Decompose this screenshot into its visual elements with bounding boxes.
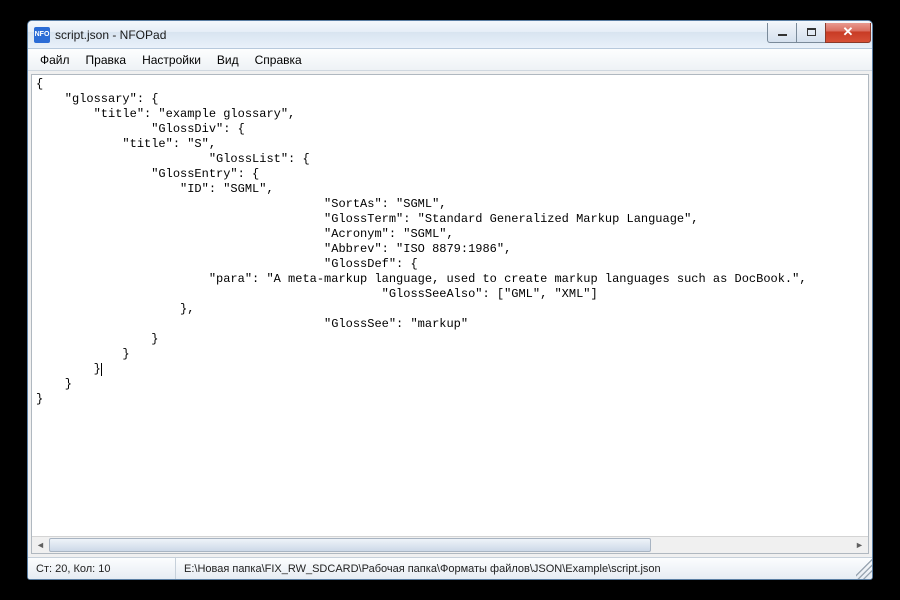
titlebar[interactable]: NFO script.json - NFOPad ✕ [28,21,872,49]
editor-scroll[interactable]: { "glossary": { "title": "example glossa… [32,75,868,536]
scroll-thumb[interactable] [49,538,651,552]
editor-frame: { "glossary": { "title": "example glossa… [31,74,869,554]
menu-view[interactable]: Вид [209,51,247,69]
scroll-track[interactable] [49,537,851,553]
editor-container: { "glossary": { "title": "example glossa… [28,71,872,557]
menu-file[interactable]: Файл [32,51,78,69]
close-button[interactable]: ✕ [825,23,871,43]
text-editor[interactable]: { "glossary": { "title": "example glossa… [32,75,868,409]
app-window: NFO script.json - NFOPad ✕ Файл Правка Н… [27,20,873,580]
horizontal-scrollbar[interactable]: ◄ ► [32,536,868,553]
window-title: script.json - NFOPad [55,28,166,42]
window-controls: ✕ [768,23,871,43]
menu-settings[interactable]: Настройки [134,51,209,69]
minimize-button[interactable] [767,23,797,43]
minimize-icon [778,34,787,36]
menu-edit[interactable]: Правка [78,51,135,69]
maximize-button[interactable] [796,23,826,43]
maximize-icon [807,28,816,36]
menubar: Файл Правка Настройки Вид Справка [28,49,872,71]
resize-grip-icon[interactable] [856,558,872,579]
status-position: Ст: 20, Кол: 10 [28,558,176,579]
menu-help[interactable]: Справка [247,51,310,69]
status-filepath: E:\Новая папка\FIX_RW_SDCARD\Рабочая пап… [176,558,856,579]
scroll-right-icon[interactable]: ► [851,537,868,554]
statusbar: Ст: 20, Кол: 10 E:\Новая папка\FIX_RW_SD… [28,557,872,579]
close-icon: ✕ [843,24,854,40]
scroll-left-icon[interactable]: ◄ [32,537,49,554]
app-icon: NFO [34,27,50,43]
